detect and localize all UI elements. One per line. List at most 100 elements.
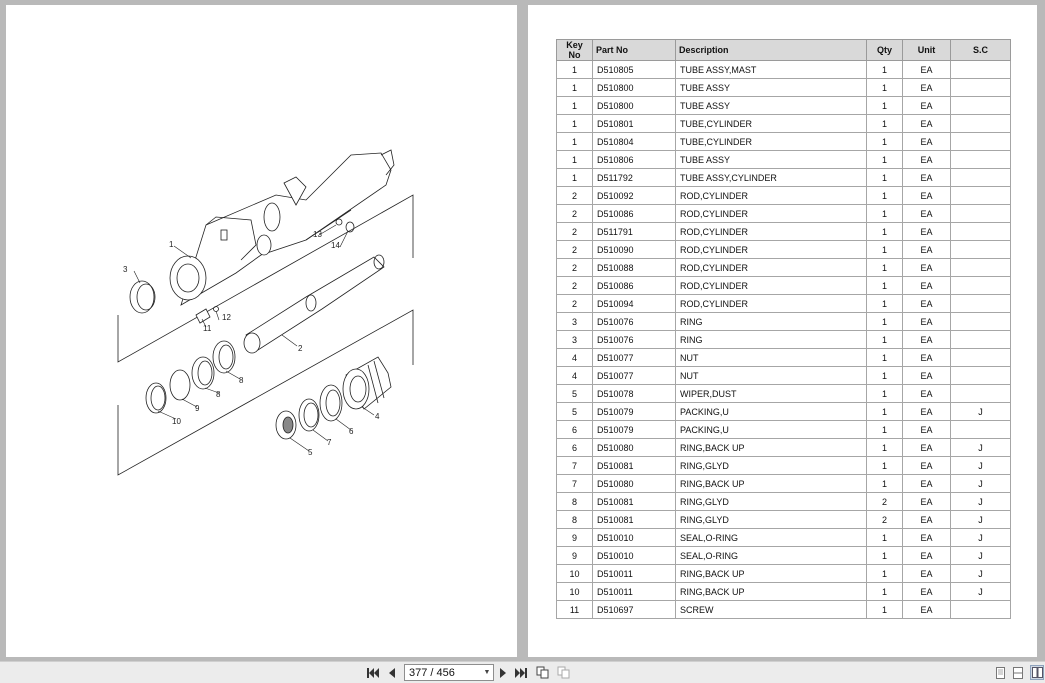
part-no-cell: D510088 <box>592 258 676 277</box>
two-page-continuous-icon[interactable] <box>1012 665 1024 680</box>
qty-cell: 1 <box>866 330 903 349</box>
key-no-cell: 4 <box>556 366 593 385</box>
qty-cell: 1 <box>866 96 903 115</box>
two-page-icon[interactable] <box>1030 665 1044 680</box>
qty-cell: 1 <box>866 150 903 169</box>
oring-part-13 <box>335 218 343 226</box>
part-no-cell: D510010 <box>592 546 676 565</box>
last-page-icon[interactable] <box>514 665 528 680</box>
description-cell: TUBE ASSY <box>675 78 867 97</box>
table-row: 3 D510076 RING 1 EA <box>556 312 1011 331</box>
callout-6: 6 <box>349 427 354 436</box>
key-no-cell: 6 <box>556 420 593 439</box>
description-cell: RING,BACK UP <box>675 474 867 493</box>
description-cell: RING,GLYD <box>675 456 867 475</box>
part-no-cell: D510804 <box>592 132 676 151</box>
qty-cell: 1 <box>866 204 903 223</box>
parts-table-body: 1 D510805 TUBE ASSY,MAST 1 EA 1 D510800 TUBE AS… <box>556 60 1011 619</box>
key-no-cell: 2 <box>556 222 593 241</box>
key-no-cell: 7 <box>556 456 593 475</box>
qty-cell: 1 <box>866 276 903 295</box>
chevron-down-icon[interactable]: ▼ <box>481 669 493 676</box>
table-row: 9 D510010 SEAL,O-RING 1 EA J <box>556 528 1011 547</box>
unit-cell: EA <box>902 582 951 601</box>
unit-cell: EA <box>902 60 951 79</box>
first-page-icon[interactable] <box>366 665 380 680</box>
table-row: 6 D510079 PACKING,U 1 EA <box>556 420 1011 439</box>
sc-cell <box>950 168 1011 187</box>
sc-cell <box>950 384 1011 403</box>
qty-cell: 1 <box>866 582 903 601</box>
table-row: 10 D510011 RING,BACK UP 1 EA J <box>556 582 1011 601</box>
unit-cell: EA <box>902 600 951 619</box>
table-row: 2 D510086 ROD,CYLINDER 1 EA <box>556 204 1011 223</box>
sc-cell <box>950 114 1011 133</box>
qty-cell: 1 <box>866 132 903 151</box>
callout-4: 4 <box>375 412 380 421</box>
unit-cell: EA <box>902 204 951 223</box>
key-no-cell: 5 <box>556 384 593 403</box>
callout-11: 11 <box>203 324 212 333</box>
part-no-cell: D510081 <box>592 492 676 511</box>
qty-cell: 1 <box>866 474 903 493</box>
sc-cell <box>950 276 1011 295</box>
previous-page-icon[interactable] <box>386 665 398 680</box>
sc-cell <box>950 186 1011 205</box>
copy-page-disabled-icon[interactable] <box>556 665 570 680</box>
table-row: 2 D510088 ROD,CYLINDER 1 EA <box>556 258 1011 277</box>
callout-8a: 8 <box>239 376 244 385</box>
description-cell: SCREW <box>675 600 867 619</box>
unit-cell: EA <box>902 492 951 511</box>
sc-cell <box>950 294 1011 313</box>
unit-cell: EA <box>902 474 951 493</box>
key-no-cell: 5 <box>556 402 593 421</box>
part-no-cell: D510081 <box>592 456 676 475</box>
qty-cell: 1 <box>866 402 903 421</box>
key-no-cell: 2 <box>556 294 593 313</box>
part-no-cell: D510086 <box>592 276 676 295</box>
qty-cell: 1 <box>866 564 903 583</box>
qty-cell: 1 <box>866 420 903 439</box>
sc-cell: J <box>950 510 1011 529</box>
table-row: 4 D510077 NUT 1 EA <box>556 366 1011 385</box>
sc-cell <box>950 366 1011 385</box>
table-row: 5 D510079 PACKING,U 1 EA J <box>556 402 1011 421</box>
sc-cell <box>950 600 1011 619</box>
sc-cell <box>950 240 1011 259</box>
page-number-field[interactable]: 377 / 456 ▼ <box>404 664 494 681</box>
ball-part-12 <box>213 306 219 312</box>
part-no-cell: D510086 <box>592 204 676 223</box>
table-row: 7 D510080 RING,BACK UP 1 EA J <box>556 474 1011 493</box>
unit-cell: EA <box>902 294 951 313</box>
copy-page-icon[interactable] <box>535 665 549 680</box>
description-cell: ROD,CYLINDER <box>675 186 867 205</box>
part-no-cell: D510076 <box>592 312 676 331</box>
description-cell: RING,GLYD <box>675 492 867 511</box>
callout-14: 14 <box>331 241 340 250</box>
key-no-cell: 3 <box>556 330 593 349</box>
key-no-cell: 1 <box>556 168 593 187</box>
unit-cell: EA <box>902 330 951 349</box>
unit-cell: EA <box>902 348 951 367</box>
qty-cell: 1 <box>866 348 903 367</box>
table-row: 2 D510094 ROD,CYLINDER 1 EA <box>556 294 1011 313</box>
unit-cell: EA <box>902 222 951 241</box>
table-row: 9 D510010 SEAL,O-RING 1 EA J <box>556 546 1011 565</box>
page-indicator: 377 / 456 <box>409 666 455 679</box>
part-no-cell: D510079 <box>592 402 676 421</box>
description-cell: ROD,CYLINDER <box>675 294 867 313</box>
description-cell: TUBE,CYLINDER <box>675 114 867 133</box>
part-no-cell: D510090 <box>592 240 676 259</box>
next-page-icon[interactable] <box>497 665 509 680</box>
sc-cell: J <box>950 402 1011 421</box>
description-cell: TUBE,CYLINDER <box>675 132 867 151</box>
key-no-cell: 11 <box>556 600 593 619</box>
gland-nut-assembly <box>275 356 392 440</box>
unit-cell: EA <box>902 150 951 169</box>
qty-cell: 1 <box>866 240 903 259</box>
description-cell: PACKING,U <box>675 420 867 439</box>
single-page-icon[interactable] <box>994 665 1006 680</box>
callout-1: 1 <box>169 240 174 249</box>
unit-cell: EA <box>902 96 951 115</box>
key-no-cell: 8 <box>556 510 593 529</box>
